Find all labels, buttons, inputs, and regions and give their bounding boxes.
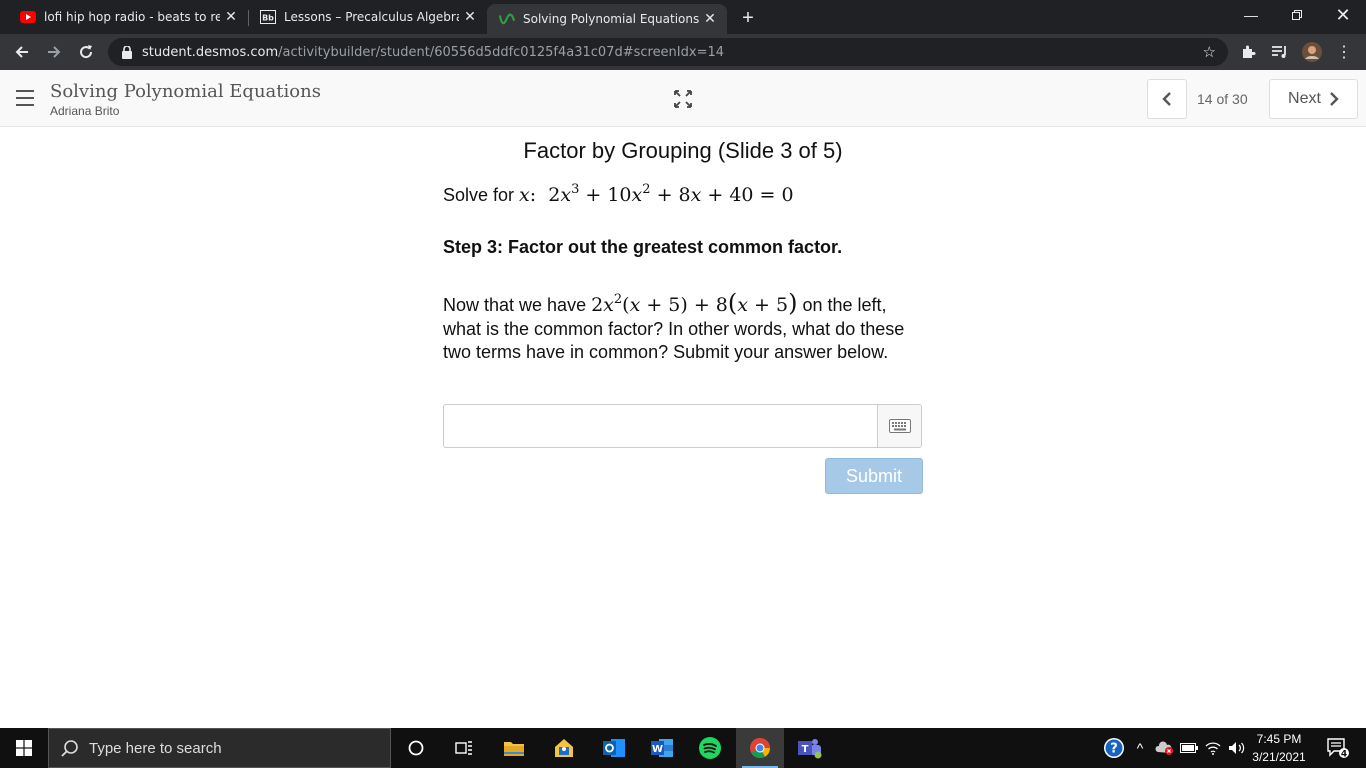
outlook-icon [603,739,625,757]
close-window-button[interactable]: ✕ [1320,0,1366,30]
clock-date: 3/21/2021 [1252,750,1306,764]
next-button-label: Next [1288,90,1321,107]
chevron-left-icon [1162,92,1171,106]
reload-button[interactable] [72,38,100,66]
url-text: student.desmos.com/activitybuilder/stude… [142,45,724,60]
teams-icon: T [798,739,822,759]
back-button[interactable] [8,38,36,66]
svg-text:W: W [652,744,663,755]
forward-button[interactable] [40,38,68,66]
equation: x: 2x3 + 10x2 + 8x + 40 = 0 [519,182,794,206]
search-icon [61,740,78,757]
notification-count: 4 [1341,750,1347,760]
minimize-button[interactable]: — [1228,0,1274,30]
next-screen-button[interactable]: Next [1269,79,1358,119]
browser-toolbar: student.desmos.com/activitybuilder/stude… [0,34,1366,70]
windows-taskbar: Type here to search W T ? ^ 7:45 PM 3/21… [0,728,1366,768]
onedrive-error-icon[interactable] [1154,728,1176,768]
search-placeholder: Type here to search [89,739,222,757]
outlook-button[interactable] [590,728,638,768]
blackboard-badge-text: Bb [262,14,274,23]
bookmark-star-icon[interactable]: ☆ [1203,43,1216,61]
notification-icon: 4 [1327,738,1349,760]
svg-text:T: T [802,744,809,755]
desmos-icon [499,11,515,27]
chevron-right-icon [1330,92,1339,106]
factored-expression: 2x2(x + 5) + 8(x + 5) [591,289,798,317]
tab-title: lofi hip hop radio - beats to relax [44,10,220,24]
previous-screen-button[interactable] [1147,79,1187,119]
browser-tab-strip: lofi hip hop radio - beats to relax ✕ Bb… [0,0,1366,34]
browser-menu-icon[interactable]: ⋮ [1334,42,1354,62]
math-keyboard-button[interactable] [877,405,921,447]
spotify-button[interactable] [686,728,734,768]
show-hidden-icons-chevron-up-icon[interactable]: ^ [1130,728,1150,768]
wifi-icon[interactable] [1202,728,1224,768]
solve-prefix: Solve for [443,185,520,205]
restore-button[interactable] [1274,0,1320,30]
svg-text:?: ? [1110,742,1118,757]
problem-statement: Solve for x: 2x3 + 10x2 + 8x + 40 = 0 [443,182,794,206]
fullscreen-expand-icon[interactable] [674,90,692,108]
chrome-icon [750,737,771,759]
action-center-button[interactable]: 4 [1318,728,1358,768]
cortana-button[interactable] [392,728,440,768]
taskbar-clock[interactable]: 7:45 PM 3/21/2021 [1243,730,1315,766]
step-heading: Step 3: Factor out the greatest common f… [443,237,843,257]
answer-input[interactable] [444,405,878,447]
close-tab-icon[interactable]: ✕ [459,6,481,28]
question-start: Now that we have [443,295,592,315]
close-tab-icon[interactable]: ✕ [699,8,721,30]
url-path: /activitybuilder/student/60556d5ddfc0125… [278,44,725,60]
lock-icon [122,45,132,59]
help-tray-icon[interactable]: ? [1100,728,1128,768]
word-button[interactable]: W [638,728,686,768]
activity-title: Solving Polynomial Equations [50,81,321,102]
word-icon: W [651,739,673,757]
screen-counter: 14 of 30 [1197,91,1248,107]
chrome-taskbar-button[interactable] [736,728,784,768]
answer-field [443,404,922,448]
store-button[interactable] [540,728,588,768]
tab-blackboard[interactable]: Bb Lessons – Precalculus Algebra (20 ✕ [240,0,487,34]
close-tab-icon[interactable]: ✕ [220,6,242,28]
tab-title: Solving Polynomial Equations [523,12,699,26]
teams-button[interactable]: T [786,728,834,768]
screen-title: Factor by Grouping (Slide 3 of 5) [523,138,843,163]
folder-icon [504,742,524,756]
spotify-icon [699,737,721,759]
store-bag-icon [555,739,573,757]
youtube-icon [20,9,36,25]
windows-logo-icon [16,740,32,756]
windows-start-button[interactable] [0,728,48,768]
question-text: Now that we have 2x2(x + 5) + 8(x + 5) o… [443,288,923,365]
tab-title: Lessons – Precalculus Algebra (20 [284,10,459,24]
tab-desmos[interactable]: Solving Polynomial Equations ✕ [487,4,727,34]
media-queue-icon[interactable] [1270,42,1290,62]
task-view-icon [455,741,472,755]
cortana-icon [408,740,424,756]
clock-time: 7:45 PM [1256,732,1302,746]
keyboard-icon [888,419,911,433]
profile-avatar[interactable] [1302,42,1322,62]
address-bar[interactable]: student.desmos.com/activitybuilder/stude… [108,38,1228,66]
student-name: Adriana Brito [50,104,120,118]
submit-button[interactable]: Submit [825,458,923,494]
taskbar-search-box[interactable]: Type here to search [48,728,391,768]
tab-lofi[interactable]: lofi hip hop radio - beats to relax ✕ [0,0,248,34]
hamburger-menu-icon[interactable] [16,90,34,106]
extensions-puzzle-icon[interactable] [1238,42,1258,62]
task-view-button[interactable] [440,728,488,768]
file-explorer-button[interactable] [490,728,538,768]
url-host: student.desmos.com [142,44,279,60]
new-tab-button[interactable]: + [736,6,760,30]
blackboard-icon: Bb [260,9,276,25]
battery-icon[interactable] [1178,728,1200,768]
